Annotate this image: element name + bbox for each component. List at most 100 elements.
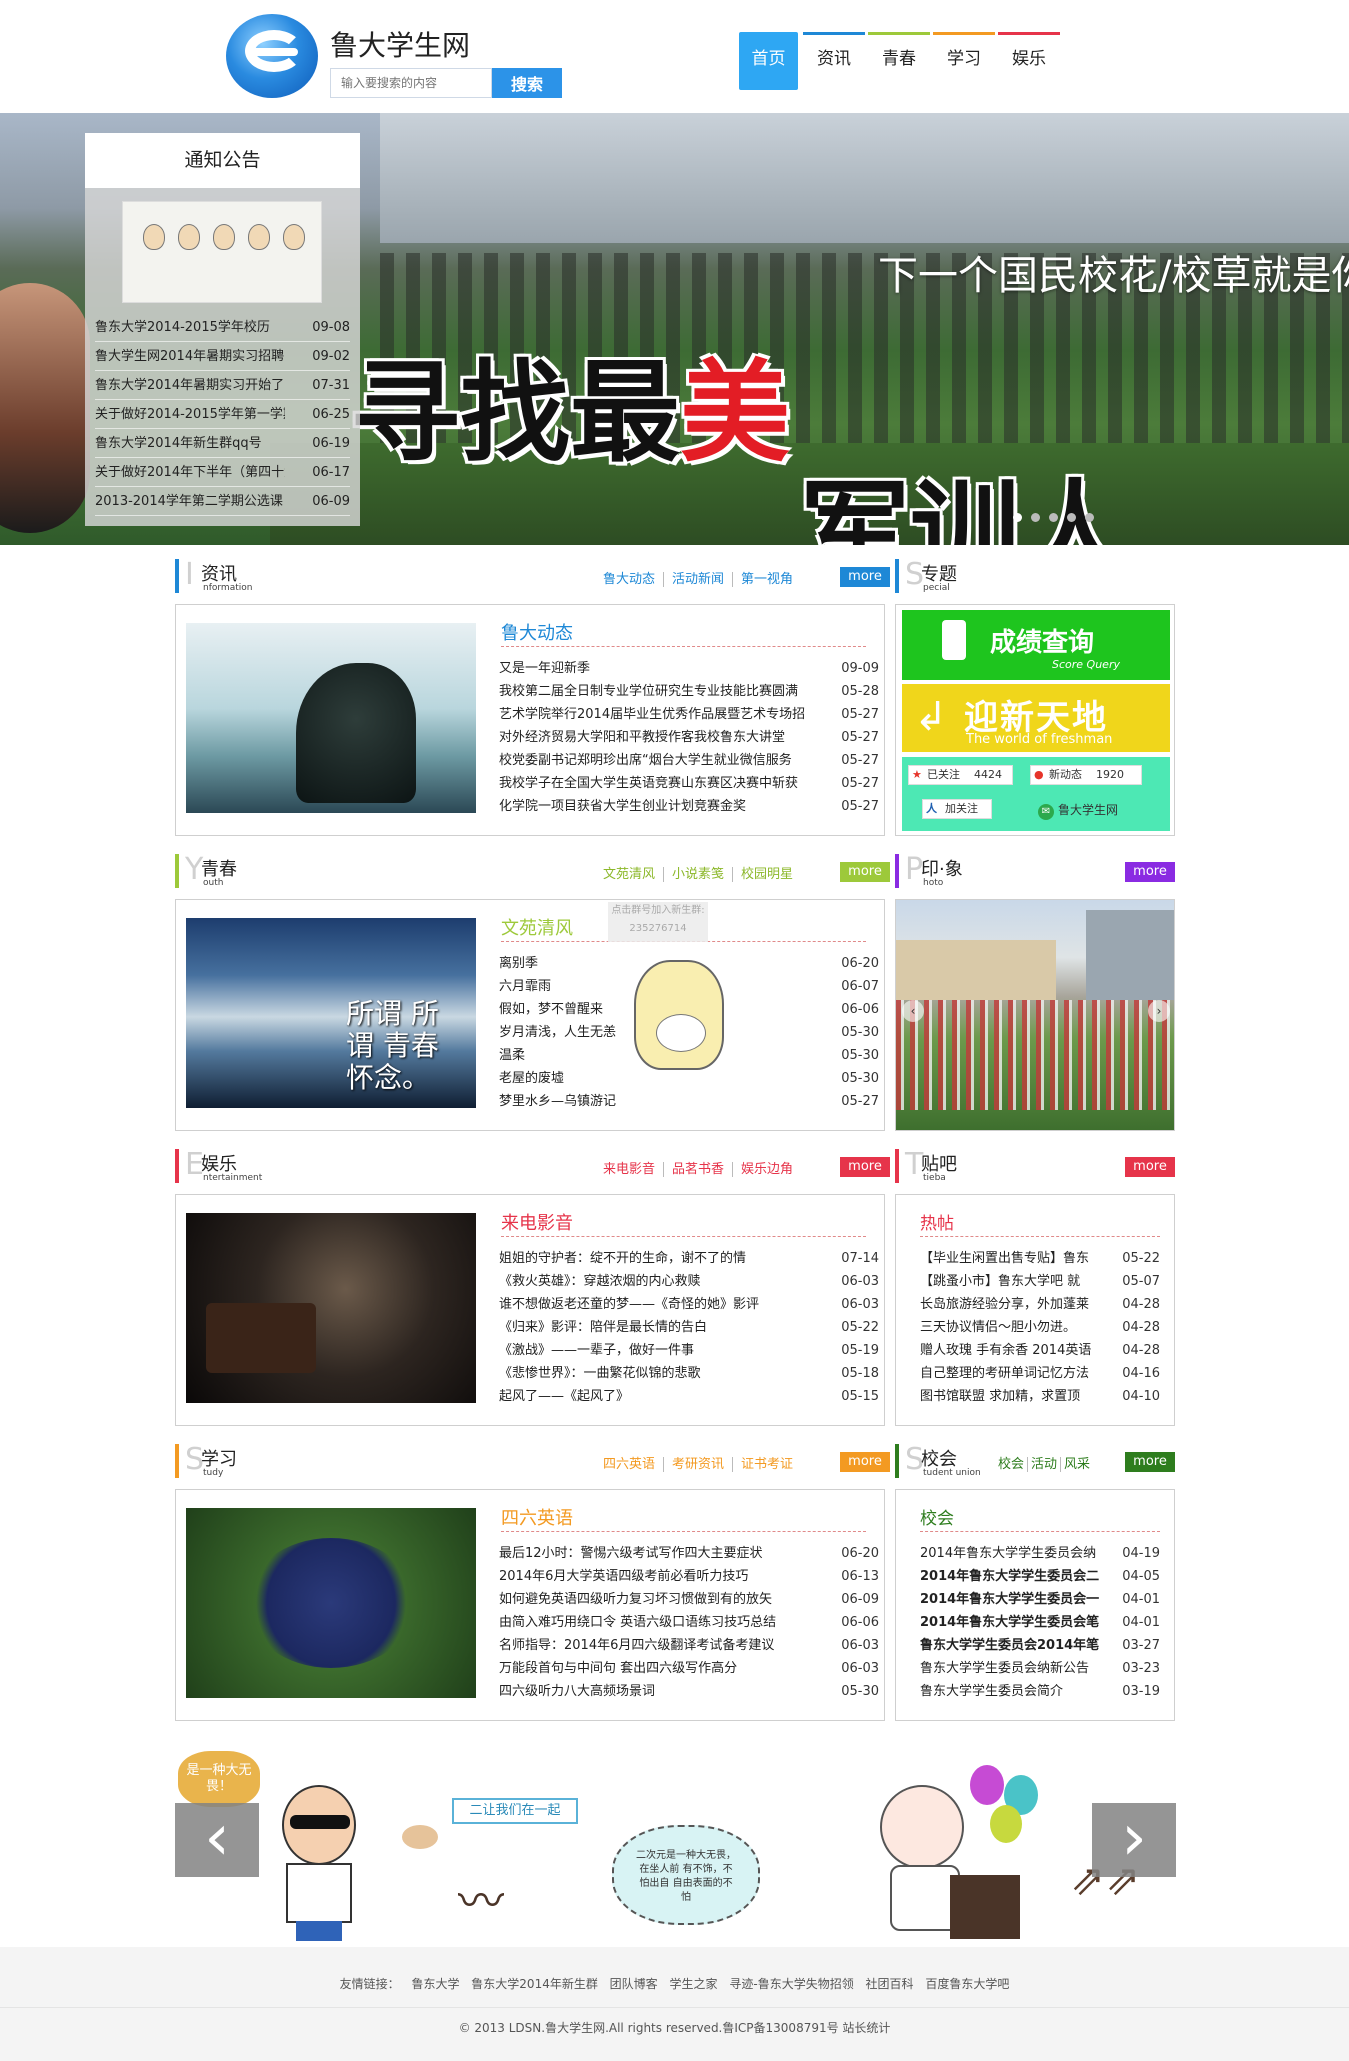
score-query-banner[interactable]: 成绩查询 Score Query [902,610,1170,680]
list-item[interactable]: 《悲惨世界》：一曲繁花似锦的悲歌 05-18 [499,1362,879,1385]
list-item[interactable]: 我校学子在全国大学生英语竞赛山东赛区决赛中斩获 05-27 [499,772,879,795]
ent-photo[interactable] [186,1213,476,1403]
list-item[interactable]: 起风了——《起风了》 05-15 [499,1385,879,1408]
more-button[interactable]: more [1125,1157,1175,1177]
section-link[interactable]: 活动 [1028,1457,1062,1472]
list-item[interactable]: 四六级听力八大高频场景词 05-30 [499,1680,879,1703]
list-item[interactable]: 《归来》影评：陪伴是最长情的告白 05-22 [499,1316,879,1339]
section-link[interactable]: 来电影音 [595,1162,665,1177]
list-item[interactable]: 2014年鲁东大学学生委员会纳 04-19 [920,1542,1160,1565]
list-item[interactable]: 2014年6月大学英语四级考前必看听力技巧 06-13 [499,1565,879,1588]
list-item[interactable]: 由简入难巧用绕口令 英语六级口语练习技巧总结 06-06 [499,1611,879,1634]
wechat-account[interactable]: ✉ 鲁大学生网 [1038,801,1118,820]
nav-study[interactable]: 学习 [933,32,995,90]
slider-dot-3[interactable] [1049,513,1058,522]
more-button[interactable]: more [840,1452,890,1472]
list-item[interactable]: 对外经济贸易大学阳和平教授作客我校鲁东大讲堂 05-27 [499,726,879,749]
site-title[interactable]: 鲁大学生网 [330,24,470,64]
list-item[interactable]: 鲁东大学学生委员会2014年笔 03-27 [920,1634,1160,1657]
photo-slider[interactable]: ‹ › [895,899,1175,1131]
friend-link[interactable]: 社团百科 [866,1977,914,1991]
slider-dot-1[interactable] [1013,513,1022,522]
list-item[interactable]: 【毕业生闲置出售专贴】鲁东 05-22 [920,1247,1160,1270]
nav-ent[interactable]: 娱乐 [998,32,1060,90]
nav-home[interactable]: 首页 [739,32,798,90]
list-title[interactable]: 校会 [920,1504,1160,1532]
notice-item[interactable]: 鲁大学生网2014年暑期实习招聘 09-02 [95,342,350,371]
list-item[interactable]: 化学院一项目获省大学生创业计划竞赛金奖 05-27 [499,795,879,818]
strip-prev-button[interactable]: ‹ [175,1803,259,1877]
list-title[interactable]: 来电影音 [501,1209,866,1237]
sina-follow[interactable]: ● 新动态 1920 [1030,765,1142,785]
qq-group-tip[interactable]: 点击群号加入新生群: 235276714 [608,902,708,942]
section-link[interactable]: 第一视角 [733,572,801,587]
notice-item[interactable]: 鲁东大学2014年暑期实习开始了 07-31 [95,371,350,400]
notice-item[interactable]: 关于做好2014-2015学年第一学期 06-25 [95,400,350,429]
list-item[interactable]: 名师指导：2014年6月四六级翻译考试备考建议 06-03 [499,1634,879,1657]
notice-item[interactable]: 2013-2014学年第二学期公选课 06-09 [95,487,350,516]
list-item[interactable]: 2014年鲁东大学学生委员会二 04-05 [920,1565,1160,1588]
friend-link[interactable]: 团队博客 [610,1977,658,1991]
list-item[interactable]: 我校第二届全日制专业学位研究生专业技能比赛圆满 05-28 [499,680,879,703]
section-link[interactable]: 四六英语 [595,1457,665,1472]
friend-link[interactable]: 寻迹-鲁东大学失物招领 [729,1977,853,1991]
section-link[interactable]: 风采 [1061,1457,1093,1472]
photo-next-icon[interactable]: › [1148,1000,1170,1022]
list-item[interactable]: 长岛旅游经验分享，外加蓬莱 04-28 [920,1293,1160,1316]
notice-item[interactable]: 鲁东大学2014年新生群qq号 06-19 [95,429,350,458]
info-photo[interactable] [186,623,476,813]
slider-dot-4[interactable] [1067,513,1076,522]
welcome-banner[interactable]: ↲ 迎新天地 The world of freshman [902,684,1170,752]
more-button[interactable]: more [1125,1452,1175,1472]
section-link[interactable]: 考研资讯 [664,1457,734,1472]
notice-item[interactable]: 关于做好2014年下半年（第四十六次） 06-17 [95,458,350,487]
section-link[interactable]: 鲁大动态 [595,572,665,587]
list-item[interactable]: 三天协议情侣～胆小勿进。 04-28 [920,1316,1160,1339]
weibo-follow[interactable]: ★ 已关注 4424 [908,765,1013,785]
photo-prev-icon[interactable]: ‹ [902,1000,924,1022]
search-input[interactable] [330,68,492,98]
section-link[interactable]: 活动新闻 [664,572,734,587]
section-link[interactable]: 证书考证 [733,1457,801,1472]
more-button[interactable]: more [1125,862,1175,882]
list-item[interactable]: 老屋的废墟 05-30 [499,1067,879,1090]
list-item[interactable]: 万能段首句与中间句 套出四六级写作高分 06-03 [499,1657,879,1680]
strip-next-button[interactable]: › [1092,1803,1176,1877]
slider-dot-2[interactable] [1031,513,1040,522]
list-item[interactable]: 最后12小时：警惕六级考试写作四大主要症状 06-20 [499,1542,879,1565]
friend-link[interactable]: 鲁东大学 [411,1977,459,1991]
list-item[interactable]: 《救火英雄》：穿越浓烟的内心救赎 06-03 [499,1270,879,1293]
section-link[interactable]: 校会 [995,1457,1029,1472]
notice-image[interactable] [122,201,322,303]
list-item[interactable]: 图书馆联盟 求加精，求置顶 04-10 [920,1385,1160,1408]
friend-link[interactable]: 学生之家 [670,1977,718,1991]
nav-news[interactable]: 资讯 [803,32,865,90]
section-link[interactable]: 小说素笺 [664,867,734,882]
nav-youth[interactable]: 青春 [868,32,930,90]
list-item[interactable]: 赠人玫瑰 手有余香 2014英语 04-28 [920,1339,1160,1362]
section-link[interactable]: 校园明星 [733,867,801,882]
study-photo[interactable] [186,1508,476,1698]
list-item[interactable]: 《激战》——一辈子，做好一件事 05-19 [499,1339,879,1362]
section-link[interactable]: 文苑清风 [595,867,665,882]
slider-dot-5[interactable] [1085,513,1094,522]
friend-link[interactable]: 鲁东大学2014年新生群 [471,1977,598,1991]
list-item[interactable]: 又是一年迎新季 09-09 [499,657,879,680]
list-item[interactable]: 梦里水乡—乌镇游记 05-27 [499,1090,879,1113]
list-item[interactable]: 2014年鲁东大学学生委员会笔 04-01 [920,1611,1160,1634]
friend-link[interactable]: 百度鲁东大学吧 [925,1977,1009,1991]
section-link[interactable]: 娱乐边角 [733,1162,801,1177]
renren-follow[interactable]: 人加关注 [922,799,992,819]
list-item[interactable]: 【跳蚤小市】鲁东大学吧 就 05-07 [920,1270,1160,1293]
list-item[interactable]: 鲁东大学学生委员会简介 03-19 [920,1680,1160,1703]
section-link[interactable]: 品茗书香 [664,1162,734,1177]
list-item[interactable]: 姐姐的守护者：绽不开的生命，谢不了的情 07-14 [499,1247,879,1270]
list-item[interactable]: 鲁东大学学生委员会纳新公告 03-23 [920,1657,1160,1680]
list-item[interactable]: 校党委副书记郑明珍出席“烟台大学生就业微信服务 05-27 [499,749,879,772]
list-item[interactable]: 谁不想做返老还童的梦——《奇怪的她》影评 06-03 [499,1293,879,1316]
list-title[interactable]: 热帖 [920,1209,1160,1237]
list-item[interactable]: 如何避免英语四级听力复习坏习惯做到有的放矢 06-09 [499,1588,879,1611]
list-item[interactable]: 艺术学院举行2014届毕业生优秀作品展暨艺术专场招 05-27 [499,703,879,726]
list-item[interactable]: 自己整理的考研单词记忆方法 04-16 [920,1362,1160,1385]
youth-photo[interactable]: 所谓 所谓 青春 怀念。 [186,918,476,1108]
